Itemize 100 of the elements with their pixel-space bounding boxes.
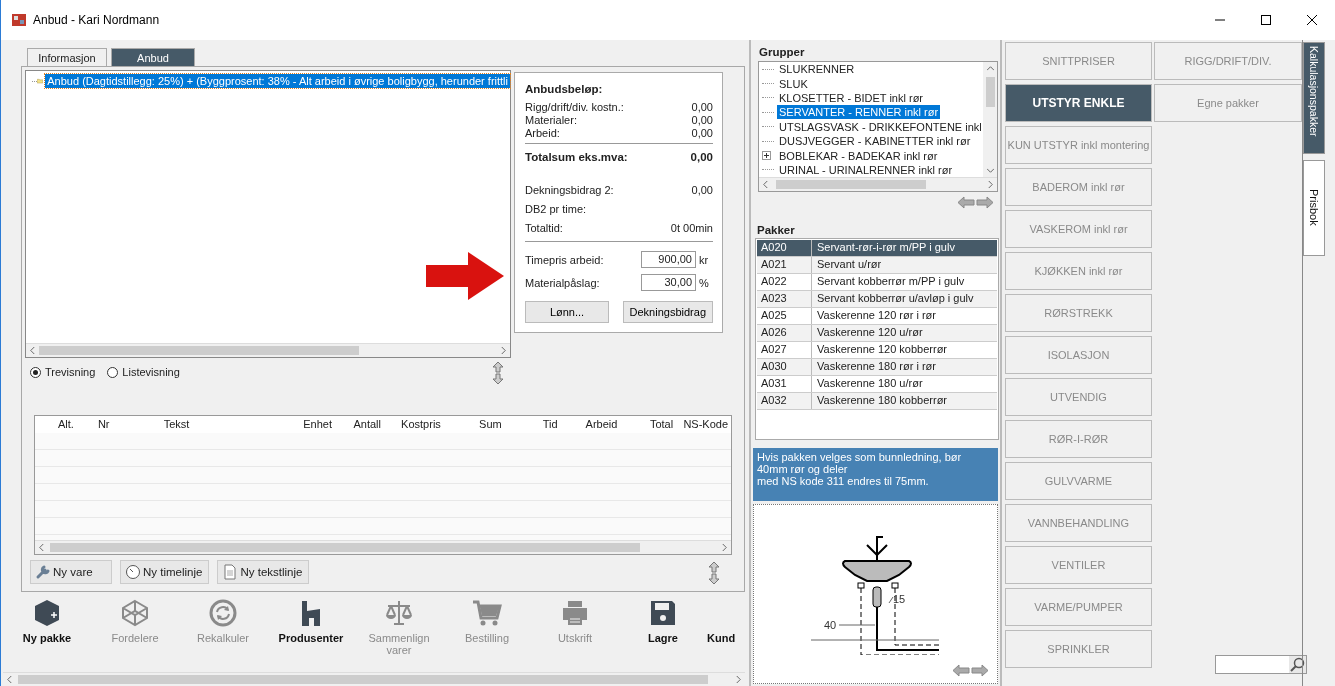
maximize-icon[interactable]	[1261, 15, 1271, 25]
package-row[interactable]: A026 Vaskerenne 120 u/rør	[757, 325, 997, 342]
tab[interactable]: Anbud	[111, 48, 195, 66]
clock-icon	[125, 564, 141, 580]
left-arrow-icon[interactable]	[952, 664, 970, 677]
unit-label: kr	[699, 253, 710, 266]
column-header[interactable]: Tid	[504, 416, 561, 433]
column-header[interactable]: Enhet	[300, 416, 347, 433]
horizontal-scrollbar[interactable]	[759, 177, 997, 191]
radio-button[interactable]	[30, 366, 41, 378]
group-item[interactable]: KLOSETTER - BIDET inkl rør	[777, 90, 926, 105]
summary-title: Anbudsbeløp:	[525, 83, 604, 95]
summary-button[interactable]: Dekningsbidrag	[622, 301, 713, 323]
package-note: Hvis pakken velges som bunnledning, bør 40mm rør og deler med NS kode 311 endres til 75mm.	[753, 448, 998, 501]
search-icon[interactable]	[1289, 656, 1306, 673]
scroll-right-icon[interactable]	[721, 544, 728, 551]
scroll-up-icon[interactable]	[986, 65, 994, 72]
cost-value: 0,00	[691, 127, 713, 140]
package-row[interactable]: A020 Servant-rør-i-rør m/PP i gulv	[757, 240, 997, 257]
dimension-label: 15	[893, 593, 906, 605]
cost-label: Materialer:	[525, 114, 577, 127]
dimension-label: 40	[824, 619, 837, 631]
package-row[interactable]: A031 Vaskerenne 180 u/rør	[757, 376, 997, 393]
package-row[interactable]: A021 Servant u/rør	[757, 257, 997, 274]
summary-button[interactable]: Lønn...	[525, 301, 609, 323]
new-line-button[interactable]: Ny tekstlinje	[217, 560, 310, 584]
toolbar-button[interactable]: Kund	[707, 632, 736, 644]
group-item[interactable]: UTSLAGSVASK - DRIKKEFONTENE inkl	[777, 119, 983, 134]
toolbar-button[interactable]: Lagre	[648, 632, 678, 644]
column-header[interactable]: Alt.	[54, 416, 77, 433]
column-header[interactable]: Arbeid	[560, 416, 621, 433]
column-header[interactable]: Sum	[443, 416, 505, 433]
new-line-button[interactable]: Ny timelinje	[120, 560, 210, 584]
column-header[interactable]: Total	[620, 416, 677, 433]
scroll-left-icon[interactable]	[38, 544, 45, 551]
tree-item[interactable]: Anbud (Dagtidstillegg: 25%) + (Byggprosent: 38% - Alt arbeid i øvrige boligbygg, herunder frittli	[45, 74, 510, 88]
wrench-icon	[35, 564, 51, 580]
summary-value: 0t 00min	[670, 221, 713, 236]
summary-label: Totaltid:	[525, 221, 563, 236]
group-item[interactable]: BOBLEKAR - BADEKAR inkl rør	[777, 148, 940, 163]
toolbar-button[interactable]: Ny pakke	[22, 632, 72, 644]
printer-icon	[560, 598, 590, 628]
right-arrow-icon[interactable]	[971, 664, 989, 677]
horizontal-scrollbar[interactable]	[35, 540, 731, 554]
cost-value: 0,00	[691, 101, 713, 114]
right-arrow-icon[interactable]	[976, 196, 994, 209]
expand-icon[interactable]	[762, 151, 771, 161]
group-item[interactable]: DUSJVEGGER - KABINETTER inkl rør	[777, 134, 973, 149]
total-label: Totalsum eks.mva:	[525, 151, 628, 164]
group-item[interactable]: SLUK	[777, 76, 810, 91]
column-header[interactable]: Kostpris	[384, 416, 444, 433]
toolbar-button[interactable]: Produsenter	[278, 632, 344, 644]
new-line-button[interactable]: Ny vare	[30, 560, 112, 584]
input-label: Timepris arbeid:	[525, 253, 605, 266]
scroll-down-icon[interactable]	[986, 167, 994, 174]
radio-label[interactable]: Listevisning	[122, 366, 180, 378]
column-header[interactable]: Nr	[94, 416, 161, 433]
package-row[interactable]: A027 Vaskerenne 120 kobberrør	[757, 342, 997, 359]
scales-icon	[384, 598, 414, 628]
vertical-scrollbar[interactable]	[983, 62, 997, 177]
summary-value: 0,00	[691, 183, 713, 198]
scroll-left-icon[interactable]	[762, 181, 769, 188]
search-field[interactable]	[1215, 655, 1307, 674]
column-header[interactable]: NS-Kode	[676, 416, 732, 433]
radio-label[interactable]: Trevisning	[45, 366, 96, 378]
left-arrow-icon[interactable]	[957, 196, 975, 209]
side-tab[interactable]: Kalkulasjonspakker	[1303, 42, 1325, 154]
total-value: 0,00	[690, 151, 713, 164]
scroll-right-icon[interactable]	[500, 347, 507, 354]
scroll-right-icon[interactable]	[735, 676, 742, 683]
close-icon[interactable]	[1307, 15, 1317, 25]
scrollbar-thumb[interactable]	[985, 77, 995, 107]
group-item[interactable]: SLUKRENNER	[777, 62, 857, 77]
category-button[interactable]: UTSTYR ENKLE	[1005, 84, 1152, 122]
input-field[interactable]: 900,00	[641, 251, 696, 268]
scroll-left-icon[interactable]	[29, 347, 36, 354]
scroll-right-icon[interactable]	[987, 181, 994, 188]
package-row[interactable]: A025 Vaskerenne 120 rør i rør	[757, 308, 997, 325]
side-tab[interactable]: Prisbok	[1303, 160, 1325, 256]
horizontal-scrollbar[interactable]	[3, 672, 745, 686]
input-field[interactable]: 30,00	[641, 274, 696, 291]
package-row[interactable]: A023 Servant kobberrør u/avløp i gulv	[757, 291, 997, 308]
groups-title: Grupper	[759, 46, 806, 58]
group-item[interactable]: SERVANTER - RENNER inkl rør	[777, 105, 941, 120]
column-header[interactable]: Antall	[346, 416, 384, 433]
horizontal-scrollbar[interactable]	[26, 343, 510, 357]
package-row[interactable]: A032 Vaskerenne 180 kobberrør	[757, 393, 997, 410]
radio-button[interactable]	[107, 366, 119, 378]
group-item[interactable]: URINAL - URINALRENNER inkl rør	[777, 162, 955, 177]
move-up-down-icon[interactable]	[708, 561, 720, 585]
document-icon	[222, 564, 239, 580]
column-header[interactable]: Tekst	[160, 416, 301, 433]
tab[interactable]: Informasjon	[27, 48, 107, 66]
packages-title: Pakker	[757, 224, 796, 236]
package-row[interactable]: A022 Servant kobberrør m/PP i gulv	[757, 274, 997, 291]
refresh-icon	[208, 598, 238, 628]
package-row[interactable]: A030 Vaskerenne 180 rør i rør	[757, 359, 997, 376]
scroll-left-icon[interactable]	[6, 676, 13, 683]
summary-label: DB2 pr time:	[525, 202, 587, 217]
move-up-down-icon[interactable]	[492, 361, 504, 385]
